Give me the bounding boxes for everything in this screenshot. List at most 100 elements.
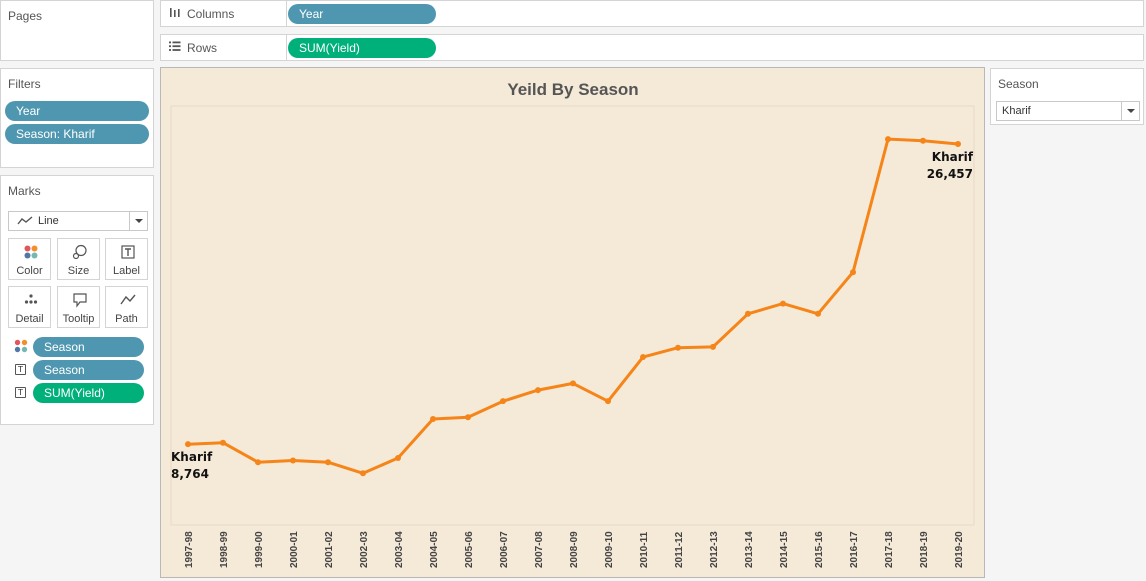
x-tick-label: 2015-16: [814, 531, 825, 568]
season-filter-value: Kharif: [1002, 105, 1031, 117]
detail-button-label: Detail: [15, 313, 44, 325]
color-button[interactable]: Color: [8, 238, 51, 280]
x-tick-label: 2000-01: [289, 531, 300, 568]
chevron-down-icon[interactable]: [129, 212, 147, 230]
marks-pill-season-color[interactable]: Season: [33, 337, 144, 357]
tooltip-button-label: Tooltip: [62, 313, 95, 325]
label-button[interactable]: Label: [105, 238, 148, 280]
chevron-down-icon[interactable]: [1121, 102, 1139, 120]
x-tick-label: 2006-07: [499, 531, 510, 568]
columns-pill-year[interactable]: Year: [288, 4, 436, 24]
data-point[interactable]: [325, 459, 331, 466]
x-tick-label: 2013-14: [744, 531, 755, 568]
tooltip-icon: [73, 293, 87, 308]
color-button-label: Color: [16, 265, 43, 277]
marks-pill-season-label[interactable]: Season: [33, 360, 144, 380]
x-axis-ticks: 1997-98 1998-99 1999-00 2000-01 2001-02 2002-…: [184, 531, 965, 568]
x-tick-label: 2018-19: [919, 531, 930, 568]
path-button-label: Path: [115, 313, 138, 325]
columns-icon: [170, 8, 180, 17]
data-label-name: Kharif: [932, 150, 974, 164]
rows-shelf[interactable]: Rows SUM(Yield): [160, 34, 1144, 61]
data-label-value: 8,764: [171, 467, 209, 481]
size-button[interactable]: Size: [57, 238, 100, 280]
data-point[interactable]: [360, 470, 366, 477]
rows-label: Rows: [187, 41, 218, 55]
x-tick-label: 2008-09: [569, 531, 580, 568]
label-icon: [121, 245, 135, 259]
size-icon: [72, 244, 87, 260]
x-tick-label: 1998-99: [219, 531, 230, 568]
line-mark-icon: [17, 216, 33, 225]
detail-button[interactable]: Detail: [8, 286, 51, 328]
x-tick-label: 2003-04: [394, 531, 405, 568]
data-point[interactable]: [710, 343, 716, 350]
data-point[interactable]: [255, 459, 261, 466]
data-point[interactable]: [745, 310, 751, 317]
x-tick-label: 2016-17: [849, 531, 860, 568]
label-field-icon: T: [15, 364, 26, 375]
data-point[interactable]: [220, 439, 226, 446]
detail-icon: [24, 294, 38, 304]
path-button[interactable]: Path: [105, 286, 148, 328]
data-label-value: 26,457: [927, 167, 973, 181]
x-tick-label: 2007-08: [534, 531, 545, 568]
x-tick-label: 2009-10: [604, 531, 615, 568]
x-tick-label: 2014-15: [779, 531, 790, 568]
filters-title: Filters: [8, 77, 41, 91]
data-point[interactable]: [535, 387, 541, 394]
data-point[interactable]: [920, 137, 926, 144]
mark-type-dropdown[interactable]: Line: [8, 211, 148, 231]
columns-shelf-label: Columns: [161, 1, 287, 26]
rows-icon: [169, 41, 181, 51]
chart-title: Yeild By Season: [507, 80, 638, 99]
marks-title: Marks: [8, 184, 41, 198]
color-field-icon: [14, 339, 28, 353]
data-point[interactable]: [395, 454, 401, 461]
x-tick-label: 1999-00: [254, 531, 265, 568]
data-point[interactable]: [675, 344, 681, 351]
data-label-name: Kharif: [171, 450, 213, 464]
marks-pill-sum-yield-label[interactable]: SUM(Yield): [33, 383, 144, 403]
series-points: [185, 136, 961, 477]
columns-shelf[interactable]: Columns Year: [160, 0, 1144, 27]
data-point[interactable]: [500, 398, 506, 405]
data-point[interactable]: [640, 354, 646, 361]
columns-label: Columns: [187, 7, 235, 21]
size-button-label: Size: [67, 265, 90, 277]
label-field-icon: T: [15, 387, 26, 398]
season-filter-dropdown[interactable]: Kharif: [996, 101, 1140, 121]
data-point[interactable]: [290, 457, 296, 464]
data-point[interactable]: [885, 136, 891, 143]
data-point[interactable]: [430, 415, 436, 422]
pages-title: Pages: [8, 9, 43, 23]
season-filter-card: Season Kharif: [990, 68, 1144, 125]
x-tick-label: 2001-02: [324, 531, 335, 568]
x-tick-label: 1997-98: [184, 531, 195, 568]
tooltip-button[interactable]: Tooltip: [57, 286, 100, 328]
chart-view: Yeild By Season 1997-98 1998-99 1999-00 200…: [160, 67, 985, 578]
path-icon: [120, 294, 136, 305]
x-tick-label: 2010-11: [639, 531, 650, 568]
data-point[interactable]: [465, 414, 471, 421]
filter-pill-season[interactable]: Season: Kharif: [5, 124, 149, 144]
x-tick-label: 2012-13: [709, 531, 720, 568]
line-chart: Yeild By Season 1997-98 1998-99 1999-00 200…: [170, 80, 975, 568]
data-point[interactable]: [955, 141, 961, 148]
data-point[interactable]: [570, 380, 576, 387]
rows-shelf-label: Rows: [161, 35, 287, 60]
data-point[interactable]: [815, 310, 821, 317]
mark-type-label: Line: [38, 215, 59, 227]
rows-pill-sum-yield[interactable]: SUM(Yield): [288, 38, 436, 58]
data-point[interactable]: [605, 398, 611, 405]
x-tick-label: 2005-06: [464, 531, 475, 568]
color-icon: [24, 245, 38, 259]
filter-pill-year[interactable]: Year: [5, 101, 149, 121]
x-tick-label: 2017-18: [884, 531, 895, 568]
data-point[interactable]: [780, 300, 786, 307]
x-tick-label: 2002-03: [359, 531, 370, 568]
data-point[interactable]: [185, 441, 191, 448]
data-point[interactable]: [850, 269, 856, 276]
x-tick-label: 2019-20: [954, 531, 965, 568]
x-tick-label: 2011-12: [674, 531, 685, 568]
